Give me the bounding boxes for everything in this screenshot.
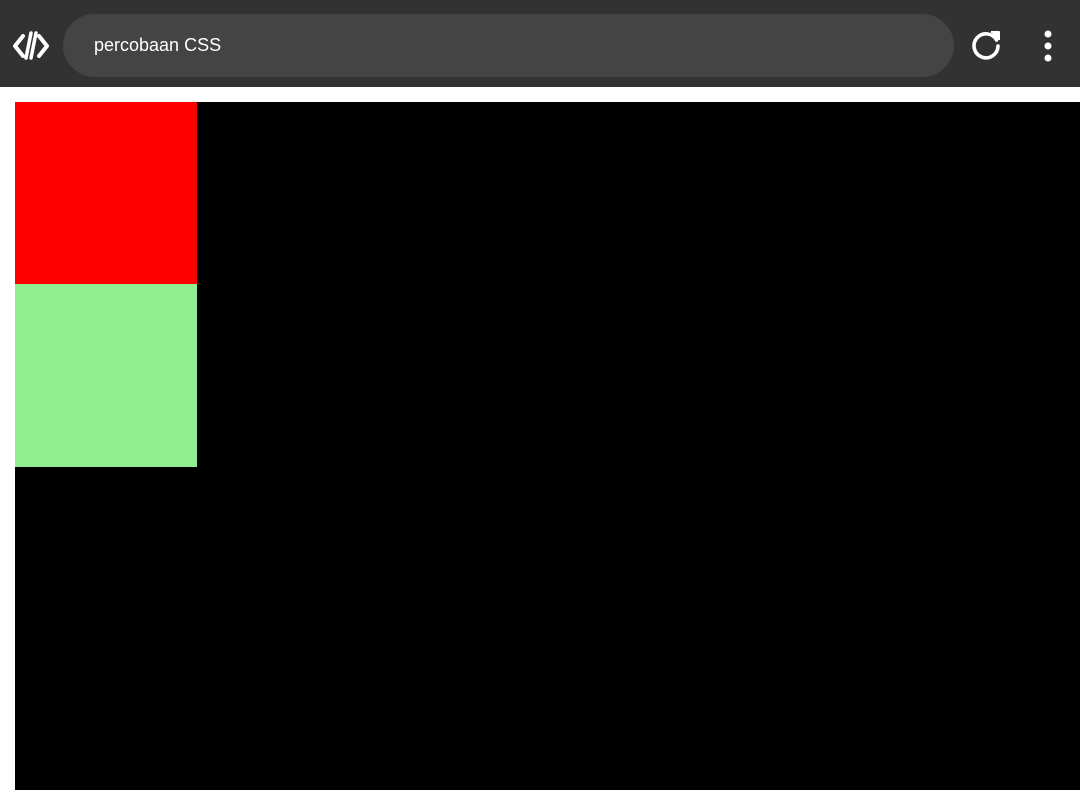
code-brackets-icon[interactable] xyxy=(12,30,50,62)
page-content xyxy=(0,87,1080,790)
more-vertical-icon[interactable] xyxy=(1036,28,1060,64)
address-bar[interactable]: percobaan CSS xyxy=(63,14,954,77)
browser-toolbar: percobaan CSS xyxy=(0,0,1080,87)
light-green-box xyxy=(15,284,197,467)
reload-icon[interactable] xyxy=(968,28,1004,64)
red-box xyxy=(15,102,197,284)
address-text: percobaan CSS xyxy=(94,35,222,55)
